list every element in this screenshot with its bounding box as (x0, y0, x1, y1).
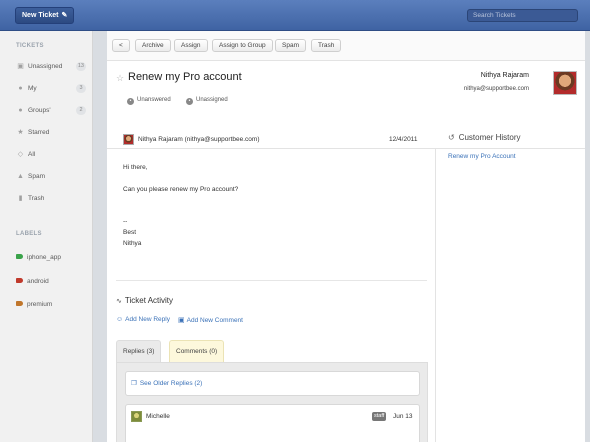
group-icon: ● (18, 107, 23, 114)
spam-icon: ▲ (17, 173, 24, 180)
sidebar-item-label: All (28, 151, 36, 158)
sidebar-item-label: Starred (28, 129, 50, 136)
top-bar: New Ticket ✎ (0, 0, 590, 31)
activity-title-text: Ticket Activity (124, 296, 174, 305)
sidebar-item-spam[interactable]: ▲ Spam (16, 171, 86, 183)
add-new-reply-link[interactable]: ☺ Add New Reply (116, 316, 170, 323)
status-unanswered: • Unanswered (127, 97, 171, 105)
staff-badge: staff (372, 412, 387, 421)
reply-avatar (131, 411, 142, 422)
tickets-section-title: TICKETS (16, 43, 44, 49)
user-icon: ● (18, 85, 23, 92)
history-icon: ↺ (448, 133, 455, 142)
ticket-activity-heading: ∿ Ticket Activity (116, 296, 173, 305)
sidebar-item-label: Spam (28, 173, 45, 180)
label-iphone-app[interactable]: iphone_app (16, 253, 61, 263)
history-title-text: Customer History (458, 133, 521, 142)
label-tag-icon (16, 301, 23, 306)
see-older-replies-link[interactable]: ❐ See Older Replies (2) (131, 379, 202, 387)
status-label: Unassigned (196, 97, 228, 103)
star-icon: ★ (17, 129, 24, 136)
divider (116, 280, 427, 281)
main-panel: < Archive Assign Assign to Group Spam Tr… (107, 31, 585, 442)
requester-avatar (553, 71, 577, 95)
history-ticket-link[interactable]: Renew my Pro Account (448, 153, 516, 160)
sidebar-item-label: Unassigned (28, 63, 63, 70)
message-sender: Nithya Rajaram (nithya@supportbee.com) (138, 136, 260, 143)
reply-author: Michelle (146, 413, 170, 420)
new-ticket-label: New Ticket (22, 12, 59, 19)
reply-date: Jun 13 (393, 413, 413, 420)
add-reply-label: Add New Reply (125, 316, 170, 323)
count-badge: 13 (75, 62, 86, 71)
older-replies-label: See Older Replies (2) (139, 380, 203, 387)
sidebar-item-groups[interactable]: ● Groups' 2 (16, 105, 86, 117)
label-tag-icon (16, 278, 23, 283)
label-text: premium (27, 301, 53, 308)
status-label: Unanswered (137, 97, 171, 103)
sidebar: TICKETS ▣ Unassigned 13 ● My 3 ● Groups' 2 … (0, 31, 93, 442)
sidebar-item-label: My (28, 85, 37, 92)
spam-button[interactable]: Spam (275, 39, 306, 52)
message-line: Can you please renew my Pro account? (123, 186, 239, 193)
activity-icon: ∿ (116, 298, 122, 305)
ticket-toolbar: < Archive Assign Assign to Group Spam Tr… (107, 31, 585, 61)
sidebar-item-all[interactable]: ◇ All (16, 149, 86, 161)
sidebar-item-label: Groups' (28, 107, 51, 114)
assign-to-group-button[interactable]: Assign to Group (212, 39, 273, 52)
customer-history-heading: ↺ Customer History (448, 133, 521, 142)
sidebar-item-my[interactable]: ● My 3 (16, 83, 86, 95)
archive-button[interactable]: Archive (135, 39, 171, 52)
count-badge: 3 (76, 84, 86, 93)
label-tag-icon (16, 254, 23, 259)
requester-name: Nithya Rajaram (480, 72, 529, 79)
copy-icon: ❐ (131, 380, 137, 387)
requester-email: nithya@supportbee.com (463, 86, 529, 92)
unassigned-icon: • (186, 98, 193, 105)
tab-comments[interactable]: Comments (0) (169, 340, 225, 362)
ticket-subject: Renew my Pro account (128, 71, 242, 83)
search-input[interactable] (467, 9, 578, 22)
label-text: iphone_app (27, 254, 61, 261)
unanswered-icon: • (127, 98, 134, 105)
new-ticket-button[interactable]: New Ticket ✎ (15, 7, 75, 24)
add-comment-label: Add New Comment (186, 317, 243, 324)
message-date: 12/4/2011 (389, 136, 418, 143)
inbox-icon: ▣ (17, 63, 24, 70)
sidebar-item-starred[interactable]: ★ Starred (16, 127, 86, 139)
label-premium[interactable]: premium (16, 300, 52, 310)
reply-card (125, 404, 420, 442)
count-badge: 2 (76, 106, 86, 115)
labels-section-title: LABELS (16, 231, 42, 237)
reply-icon: ☺ (116, 316, 124, 323)
add-new-comment-link[interactable]: ▣ Add New Comment (178, 316, 243, 324)
message-line: Nithya (123, 240, 142, 247)
assign-button[interactable]: Assign (174, 39, 208, 52)
sidebar-item-label: Trash (28, 195, 45, 202)
trash-icon: ▮ (18, 195, 23, 202)
trash-button[interactable]: Trash (311, 39, 342, 52)
label-text: android (27, 278, 49, 285)
pencil-icon: ✎ (61, 12, 68, 19)
star-icon[interactable]: ☆ (116, 73, 124, 84)
tag-icon: ◇ (17, 151, 24, 158)
message-avatar (123, 134, 134, 145)
tab-replies[interactable]: Replies (3) (116, 340, 162, 362)
message-line: Hi there, (123, 164, 148, 171)
back-button[interactable]: < (112, 39, 130, 52)
lock-icon: ▣ (178, 317, 185, 324)
label-android[interactable]: android (16, 277, 49, 287)
sidebar-item-unassigned[interactable]: ▣ Unassigned 13 (16, 61, 86, 73)
status-unassigned: • Unassigned (186, 97, 228, 105)
message-line: Best (123, 229, 137, 236)
sidebar-item-trash[interactable]: ▮ Trash (16, 193, 86, 205)
message-line: -- (123, 218, 128, 225)
